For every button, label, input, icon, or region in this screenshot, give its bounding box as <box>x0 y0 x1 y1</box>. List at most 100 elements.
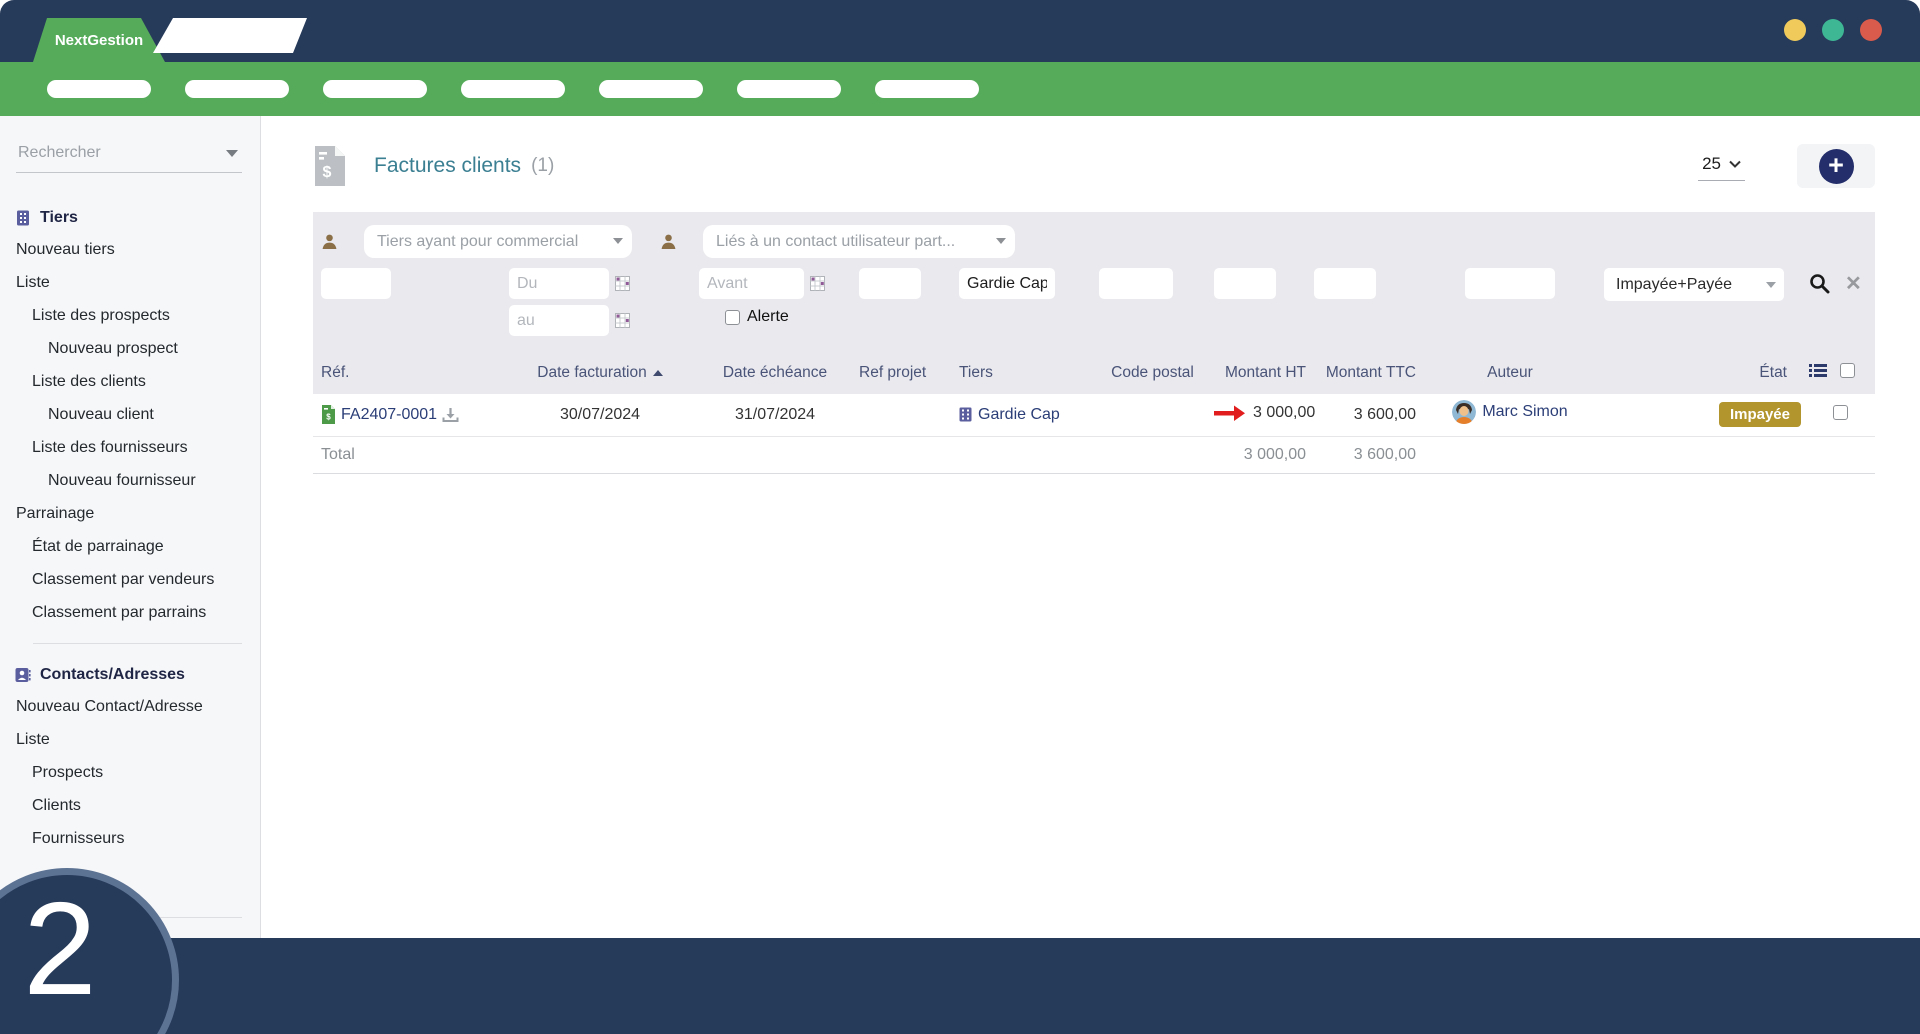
sidebar-item[interactable]: État de parrainage <box>0 530 260 563</box>
yellow-light-icon[interactable] <box>1784 19 1806 41</box>
ref-filter-input[interactable] <box>321 268 391 299</box>
date-echeance-cell: 31/07/2024 <box>695 394 855 437</box>
menu-pill[interactable] <box>737 80 841 98</box>
menu-pill[interactable] <box>599 80 703 98</box>
page-size-select[interactable]: 25 <box>1698 152 1745 181</box>
sidebar-item[interactable]: Liste <box>0 266 260 299</box>
sidebar-item[interactable]: Parrainage <box>0 497 260 530</box>
select-all-checkbox[interactable] <box>1840 363 1855 378</box>
section-title: Tiers <box>40 209 78 226</box>
montant-ttc-filter-input[interactable] <box>1314 268 1376 299</box>
sidebar-item[interactable]: Classement par parrains <box>0 596 260 629</box>
sidebar-item[interactable]: Nouveau tiers <box>0 233 260 266</box>
sidebar-item[interactable]: Liste des fournisseurs <box>0 431 260 464</box>
total-montant-ttc: 3 600,00 <box>1310 436 1420 474</box>
status-badge: Impayée <box>1718 402 1801 428</box>
contact-filter-select[interactable]: Liés à un contact utilisateur part... <box>703 225 1015 258</box>
table-row: $ FA2407-0001 30/07/2024 31/07/2024 Gard… <box>313 394 1875 437</box>
sidebar-item[interactable]: Classement par vendeurs <box>0 563 260 596</box>
list-fields-icon[interactable] <box>1809 363 1827 378</box>
chevron-down-icon <box>996 238 1006 244</box>
code-postal-filter-input[interactable] <box>1099 268 1173 299</box>
column-header-ref[interactable]: Réf. <box>313 354 505 394</box>
ref-projet-filter-input[interactable] <box>859 268 921 299</box>
menu-pill[interactable] <box>323 80 427 98</box>
sidebar-item[interactable]: Liste <box>0 723 260 756</box>
calendar-icon[interactable] <box>810 276 825 291</box>
record-count: (1) <box>531 155 555 176</box>
column-header-montant-ht[interactable]: Montant HT <box>1210 354 1310 394</box>
building-icon <box>959 407 972 422</box>
sidebar-item[interactable]: Nouveau prospect <box>0 332 260 365</box>
column-header-tiers[interactable]: Tiers <box>955 354 1095 394</box>
calendar-icon[interactable] <box>615 313 630 328</box>
column-header-montant-ttc[interactable]: Montant TTC <box>1310 354 1420 394</box>
green-light-icon[interactable] <box>1822 19 1844 41</box>
sidebar-item[interactable]: Prospects <box>0 756 260 789</box>
total-montant-ht: 3 000,00 <box>1210 436 1310 474</box>
menu-pill[interactable] <box>875 80 979 98</box>
auteur-filter-input[interactable] <box>1465 268 1555 299</box>
menu-pill[interactable] <box>461 80 565 98</box>
download-icon[interactable] <box>442 407 459 423</box>
row-checkbox[interactable] <box>1832 404 1848 420</box>
sidebar: Rechercher Tiers Nouveau tiers Liste Lis… <box>0 116 261 938</box>
red-light-icon[interactable] <box>1860 19 1882 41</box>
invoice-ref-link[interactable]: FA2407-0001 <box>341 406 437 424</box>
red-arrow-annotation <box>1214 405 1245 421</box>
main-content: $ Factures clients (1) 25 + Tiers ayant … <box>262 116 1920 938</box>
column-header-auteur[interactable]: Auteur <box>1420 354 1600 394</box>
etat-filter-select[interactable]: Impayée+Payée <box>1604 268 1784 301</box>
calendar-icon[interactable] <box>615 276 630 291</box>
user-icon <box>322 234 337 249</box>
brand-label: NextGestion <box>54 31 144 49</box>
chevron-down-icon <box>1729 160 1741 168</box>
secondary-tab[interactable] <box>153 18 307 53</box>
tiers-link[interactable]: Gardie Cap <box>978 406 1060 424</box>
add-invoice-button[interactable]: + <box>1818 148 1854 184</box>
sidebar-item[interactable]: Fournisseurs <box>0 822 260 855</box>
search-input[interactable]: Rechercher <box>16 140 242 173</box>
sidebar-item[interactable]: Clients <box>0 789 260 822</box>
date-to-input[interactable] <box>509 305 609 336</box>
section-title: Contacts/Adresses <box>40 666 185 683</box>
tiers-filter-input[interactable] <box>959 268 1055 299</box>
step-number: 2 <box>23 875 97 1022</box>
top-bar: NextGestion <box>0 0 1920 62</box>
avant-date-input[interactable] <box>699 268 804 299</box>
building-icon <box>17 210 29 226</box>
sidebar-item[interactable]: Liste des clients <box>0 365 260 398</box>
chevron-down-icon <box>1766 282 1776 288</box>
search-placeholder: Rechercher <box>18 144 101 161</box>
column-header-date-echeance[interactable]: Date échéance <box>695 354 855 394</box>
footer-bar <box>0 938 1920 1034</box>
sidebar-item[interactable]: Nouveau client <box>0 398 260 431</box>
commercial-filter-select[interactable]: Tiers ayant pour commercial <box>364 225 632 258</box>
auteur-link[interactable]: Marc Simon <box>1482 403 1567 421</box>
main-menu-bar <box>0 62 1920 116</box>
column-header-ref-projet[interactable]: Ref projet <box>855 354 955 394</box>
search-icon[interactable] <box>1809 273 1830 294</box>
contact-card-icon <box>15 668 31 682</box>
filter-panel: Tiers ayant pour commercial Liés à un co… <box>313 212 1875 474</box>
column-header-etat[interactable]: État <box>1600 354 1805 394</box>
column-header-code-postal[interactable]: Code postal <box>1095 354 1210 394</box>
menu-pill[interactable] <box>47 80 151 98</box>
invoice-file-icon: $ <box>322 405 335 425</box>
sidebar-section-contacts: Contacts/Adresses <box>0 666 260 684</box>
sidebar-divider <box>33 643 242 644</box>
date-from-input[interactable] <box>509 268 609 299</box>
alerte-label: Alerte <box>747 308 789 325</box>
sidebar-item[interactable]: Nouveau Contact/Adresse <box>0 690 260 723</box>
sidebar-item[interactable]: Liste des prospects <box>0 299 260 332</box>
clear-filters-icon[interactable]: ✕ <box>1845 274 1862 294</box>
sidebar-section-tiers: Tiers <box>0 209 260 227</box>
montant-ht-filter-input[interactable] <box>1214 268 1276 299</box>
column-header-date-facturation[interactable]: Date facturation <box>505 354 695 394</box>
alerte-checkbox[interactable] <box>725 309 740 325</box>
page-title: Factures clients <box>374 154 522 177</box>
brand-tab[interactable]: NextGestion <box>33 18 165 62</box>
menu-pill[interactable] <box>185 80 289 98</box>
sidebar-item[interactable]: Nouveau fournisseur <box>0 464 260 497</box>
total-label: Total <box>313 436 505 474</box>
